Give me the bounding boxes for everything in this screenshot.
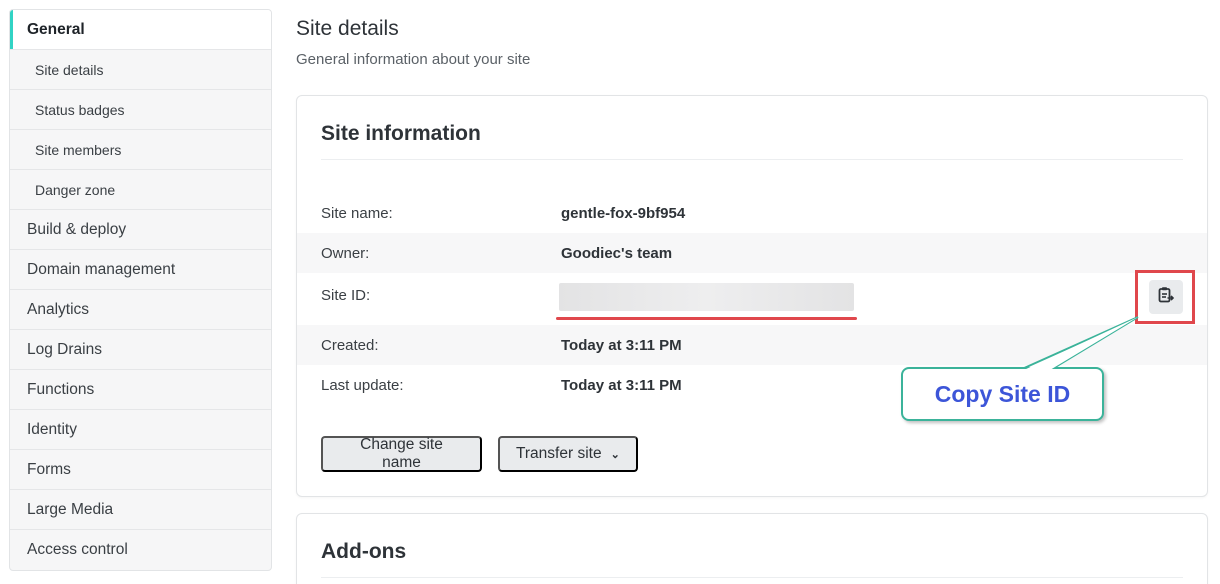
site-information-card: Site information Site name: gentle-fox-9… [296,95,1208,497]
site-name-value: gentle-fox-9bf954 [561,204,686,222]
created-value: Today at 3:11 PM [561,336,682,354]
settings-sidebar: General Site details Status badges Site … [9,9,272,571]
row-label: Owner: [321,244,370,262]
sidebar-item-access-control[interactable]: Access control [10,530,271,570]
copy-site-id-callout: Copy Site ID [901,367,1104,421]
sidebar-item-forms[interactable]: Forms [10,450,271,490]
copy-button-highlight-box [1135,270,1195,324]
owner-value: Goodiec's team [561,244,673,262]
site-id-redacted-value [559,283,854,311]
sidebar-item-label: Danger zone [35,181,116,198]
sidebar-item-site-details[interactable]: Site details [10,50,271,90]
sidebar-item-label: Access control [27,541,128,558]
sidebar-item-label: Identity [27,420,77,438]
sidebar-item-analytics[interactable]: Analytics [10,290,271,330]
info-row-created: Created: Today at 3:11 PM [297,325,1207,365]
chevron-down-icon: ⌄ [610,448,620,461]
sidebar-item-label: Status badges [35,101,125,118]
sidebar-item-large-media[interactable]: Large Media [10,490,271,530]
transfer-site-label: Transfer site [516,445,602,462]
divider [321,577,1183,578]
sidebar-item-status-badges[interactable]: Status badges [10,90,271,130]
row-label: Site ID: [321,287,371,304]
row-label: Site name: [321,204,393,222]
sidebar-item-label: Build & deploy [27,220,127,238]
sidebar-item-functions[interactable]: Functions [10,370,271,410]
info-row-site-name: Site name: gentle-fox-9bf954 [297,193,1207,233]
divider [321,159,1183,160]
sidebar-item-label: Site members [35,141,122,158]
callout-text: Copy Site ID [934,380,1071,407]
site-id-underline-annotation [556,317,857,320]
sidebar-item-label: Analytics [27,300,90,318]
card-title: Site information [321,122,481,145]
page-title: Site details [296,17,399,40]
transfer-site-button[interactable]: Transfer site ⌄ [498,436,638,472]
sidebar-item-label: General [27,20,85,38]
addons-card: Add-ons [296,513,1208,584]
sidebar-item-general[interactable]: General [10,10,271,50]
sidebar-item-label: Domain management [27,260,176,278]
page-subtitle: General information about your site [296,51,531,68]
sidebar-item-site-members[interactable]: Site members [10,130,271,170]
sidebar-item-build-deploy[interactable]: Build & deploy [10,210,271,250]
row-label: Created: [321,336,379,354]
sidebar-item-label: Functions [27,380,95,398]
sidebar-item-log-drains[interactable]: Log Drains [10,330,271,370]
info-row-owner: Owner: Goodiec's team [297,233,1207,273]
sidebar-item-identity[interactable]: Identity [10,410,271,450]
sidebar-item-domain-management[interactable]: Domain management [10,250,271,290]
sidebar-item-label: Large Media [27,500,114,518]
sidebar-item-label: Site details [35,61,104,78]
row-label: Last update: [321,376,404,394]
card-title: Add-ons [321,540,407,563]
sidebar-item-label: Log Drains [27,340,102,358]
sidebar-item-label: Forms [27,460,71,478]
sidebar-item-danger-zone[interactable]: Danger zone [10,170,271,210]
last-update-value: Today at 3:11 PM [561,376,682,394]
change-site-name-button[interactable]: Change site name [321,436,482,472]
